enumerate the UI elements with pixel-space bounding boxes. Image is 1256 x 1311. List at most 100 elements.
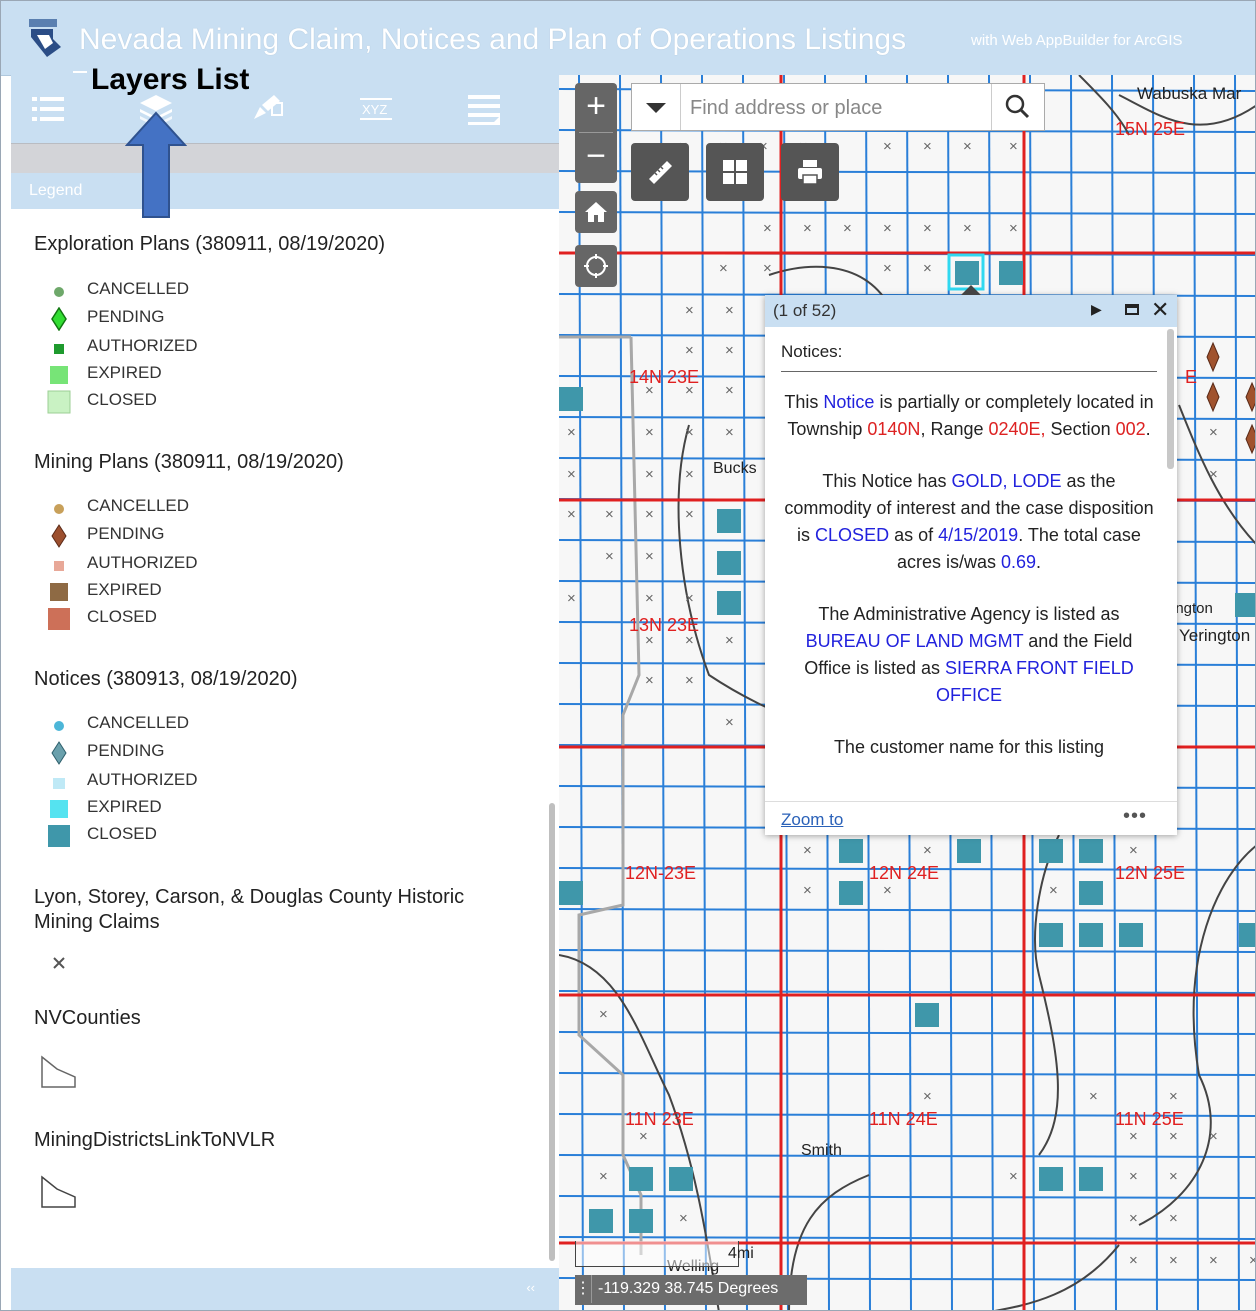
claim-x-mark: × xyxy=(685,424,694,441)
claim-x-mark: × xyxy=(679,1210,688,1227)
map-view[interactable]: × × × × × × × × × × × × × × × × × × × × × × × × × × × × × × × × × × × × × × × ×… xyxy=(559,75,1256,1310)
claim-x-mark: × xyxy=(725,302,734,319)
more-actions-button[interactable]: ••• xyxy=(1123,805,1147,828)
svg-text:XYZ: XYZ xyxy=(362,102,387,117)
maximize-icon[interactable] xyxy=(1125,304,1139,315)
notice-closed-square[interactable] xyxy=(999,261,1023,285)
notice-closed-square[interactable] xyxy=(669,1167,693,1191)
legend-item-label: AUTHORIZED xyxy=(87,553,198,572)
claim-x-mark: × xyxy=(645,672,654,689)
home-icon xyxy=(585,202,607,222)
notice-closed-square[interactable] xyxy=(717,509,741,533)
popup-scrollbar[interactable] xyxy=(1167,329,1174,469)
legend-symbol-exploration-pending xyxy=(47,307,71,331)
map-label-wabuska: Wabuska Mar xyxy=(1137,84,1242,103)
notice-closed-square[interactable] xyxy=(1079,839,1103,863)
coordinate-locate-icon[interactable]: ⋮ xyxy=(575,1275,592,1303)
zoom-to-link[interactable]: Zoom to xyxy=(781,810,843,830)
notice-closed-square[interactable] xyxy=(1039,1167,1063,1191)
list-icon[interactable] xyxy=(28,89,68,129)
claim-x-mark: × xyxy=(645,466,654,483)
search-input[interactable] xyxy=(688,92,992,124)
notice-closed-square[interactable] xyxy=(1239,923,1256,947)
annotation-underline xyxy=(73,71,87,73)
notice-closed-square[interactable] xyxy=(1039,839,1063,863)
xyz-coordinate-icon[interactable]: XYZ xyxy=(356,89,396,129)
claim-x-mark: × xyxy=(923,842,932,859)
home-button[interactable] xyxy=(575,191,617,233)
notice-closed-square[interactable] xyxy=(589,1209,613,1233)
search-source-dropdown[interactable] xyxy=(632,84,681,130)
search-button[interactable] xyxy=(991,84,1044,130)
notice-closed-square[interactable] xyxy=(717,551,741,575)
app-subtitle: with Web AppBuilder for ArcGIS xyxy=(971,32,1183,49)
my-location-button[interactable] xyxy=(575,245,617,287)
claim-x-mark: × xyxy=(685,590,694,607)
claim-x-mark: × xyxy=(1009,220,1018,237)
panel-footer: ‹‹ xyxy=(11,1268,559,1310)
claim-x-mark: × xyxy=(1209,424,1218,441)
claim-x-mark: × xyxy=(645,424,654,441)
claim-x-mark: × xyxy=(1169,1168,1178,1185)
legend-symbol-mining-pending xyxy=(47,524,71,548)
claim-x-mark: × xyxy=(803,220,812,237)
claim-x-mark: × xyxy=(1129,842,1138,859)
menu-list-icon[interactable] xyxy=(464,89,504,129)
notice-closed-square[interactable] xyxy=(717,591,741,615)
notice-closed-square[interactable] xyxy=(915,1003,939,1027)
basemap-gallery-button[interactable] xyxy=(706,143,764,201)
claim-x-mark: × xyxy=(685,302,694,319)
claim-x-mark: × xyxy=(1169,1128,1178,1145)
notice-closed-square[interactable] xyxy=(839,881,863,905)
notice-closed-square[interactable] xyxy=(839,839,863,863)
legend-symbol-exploration-closed xyxy=(47,390,71,414)
tab-legend-label: Legend xyxy=(29,182,83,199)
notice-closed-square[interactable] xyxy=(629,1167,653,1191)
legend-item-label: EXPIRED xyxy=(87,580,162,599)
panel-scrollbar[interactable] xyxy=(549,803,555,1261)
edit-icon[interactable] xyxy=(246,89,286,129)
notice-closed-square[interactable] xyxy=(955,261,979,285)
claim-x-mark: × xyxy=(883,138,892,155)
claim-x-mark: × xyxy=(1169,1088,1178,1105)
claim-x-mark: × xyxy=(599,1006,608,1023)
print-button[interactable] xyxy=(781,143,839,201)
township-label-12n25e: 12N 25E xyxy=(1115,863,1185,883)
next-feature-icon[interactable]: ▶ xyxy=(1091,301,1102,318)
notice-closed-square[interactable] xyxy=(957,839,981,863)
notice-closed-square[interactable] xyxy=(1119,923,1143,947)
claim-x-mark: × xyxy=(1009,1168,1018,1185)
legend-symbol-notices-authorized xyxy=(47,770,71,794)
map-label-yerington: Yerington xyxy=(1179,626,1250,645)
notice-closed-square[interactable] xyxy=(1079,923,1103,947)
notice-closed-square[interactable] xyxy=(559,881,583,905)
notice-closed-square[interactable] xyxy=(629,1209,653,1233)
coordinate-text: -119.329 38.745 Degrees xyxy=(598,1280,779,1297)
township-label-13n23e: 13N 23E xyxy=(629,615,699,635)
notice-closed-square[interactable] xyxy=(1079,881,1103,905)
claim-x-mark: × xyxy=(605,506,614,523)
claim-x-mark: × xyxy=(567,424,576,441)
notice-closed-square[interactable] xyxy=(1039,923,1063,947)
zoom-in-button[interactable]: + xyxy=(575,83,617,131)
legend-layer-exploration-title: Exploration Plans (380911, 08/19/2020) xyxy=(34,233,385,255)
claim-x-mark: × xyxy=(1169,1210,1178,1227)
collapse-panel-button[interactable]: ‹‹ xyxy=(526,1280,535,1295)
notice-closed-square[interactable] xyxy=(559,387,583,411)
measurement-button[interactable] xyxy=(631,143,689,201)
claim-x-mark: × xyxy=(567,506,576,523)
legend-symbol-mining-cancelled xyxy=(47,496,71,520)
coordinate-readout[interactable]: ⋮ -119.329 38.745 Degrees xyxy=(575,1275,807,1305)
panel-tabs: Legend xyxy=(11,173,559,209)
claim-x-mark: × xyxy=(685,342,694,359)
notice-closed-square[interactable] xyxy=(1235,593,1256,617)
tab-legend[interactable]: Legend xyxy=(11,173,141,209)
close-icon[interactable]: ✕ xyxy=(1151,297,1169,323)
claim-x-mark: × xyxy=(803,882,812,899)
claim-x-mark: × xyxy=(963,138,972,155)
popup-pointer xyxy=(961,285,981,295)
notice-closed-square[interactable] xyxy=(1079,1167,1103,1191)
claim-x-mark: × xyxy=(599,1168,608,1185)
zoom-out-button[interactable]: − xyxy=(575,133,617,181)
legend-layer-historic-title: Lyon, Storey, Carson, & Douglas County H… xyxy=(34,886,465,933)
